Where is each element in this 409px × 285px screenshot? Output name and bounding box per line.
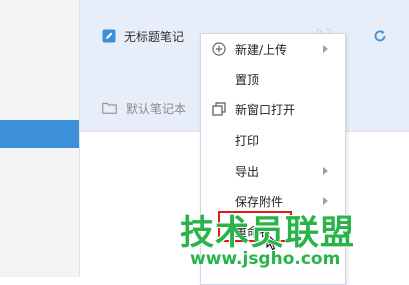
menu-item-label: 打印 — [235, 134, 260, 148]
menu-item-print[interactable]: 打印 — [201, 125, 345, 155]
menu-item-label: 新窗口打开 — [235, 103, 296, 117]
folder-icon — [102, 102, 117, 114]
new-window-icon — [212, 102, 226, 116]
menu-item-label: 置顶 — [235, 73, 260, 87]
note-pencil-icon — [102, 29, 116, 43]
watermark: 技术员联盟 www.jsgho.com — [176, 203, 371, 277]
sidebar-active-item[interactable] — [0, 120, 79, 148]
menu-item-label: 导出 — [235, 165, 260, 179]
menu-item-export[interactable]: 导出 — [201, 156, 345, 186]
watermark-title: 技术员联盟 — [180, 213, 355, 253]
notebook-label: 默认笔记本 — [126, 101, 187, 116]
notebook-row[interactable]: 默认笔记本 — [102, 99, 186, 117]
plus-circle-icon — [212, 42, 226, 56]
submenu-arrow-icon — [323, 45, 328, 53]
menu-item-open-new-window[interactable]: 新窗口打开 — [201, 94, 345, 124]
note-title: 无标题笔记 — [124, 29, 185, 44]
watermark-url: www.jsgho.com — [190, 249, 341, 269]
refresh-icon[interactable] — [373, 29, 387, 43]
menu-item-pin-top[interactable]: 置顶 — [201, 64, 345, 94]
menu-item-label: 新建/上传 — [235, 43, 288, 57]
submenu-arrow-icon — [323, 167, 328, 175]
menu-item-new-upload[interactable]: 新建/上传 — [201, 34, 345, 64]
note-row[interactable]: 无标题笔记 — [102, 27, 184, 45]
